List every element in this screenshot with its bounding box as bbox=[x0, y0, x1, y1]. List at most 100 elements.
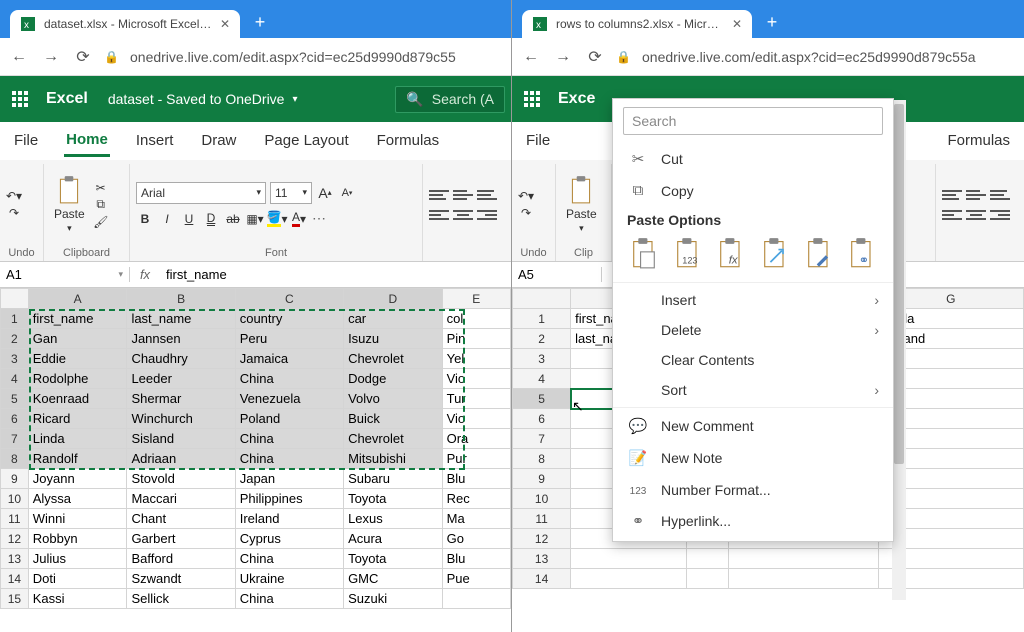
undo-icon[interactable]: ↶▾ bbox=[518, 189, 534, 203]
tab-page-layout[interactable]: Page Layout bbox=[262, 126, 350, 155]
cell[interactable]: Maccari bbox=[127, 489, 235, 509]
cell[interactable]: Toyota bbox=[344, 489, 443, 509]
align-left-icon[interactable] bbox=[942, 208, 962, 222]
address-url[interactable]: onedrive.live.com/edit.aspx?cid=ec25d999… bbox=[642, 49, 1016, 65]
cell[interactable]: Dodge bbox=[344, 369, 443, 389]
row-header[interactable]: 7 bbox=[1, 429, 29, 449]
row-header[interactable]: 13 bbox=[513, 549, 571, 569]
menu-new-comment[interactable]: 💬New Comment bbox=[613, 410, 893, 442]
cell[interactable]: Volvo bbox=[344, 389, 443, 409]
cell[interactable]: Rodolphe bbox=[28, 369, 127, 389]
cell[interactable]: Pin bbox=[442, 329, 510, 349]
align-middle-icon[interactable] bbox=[453, 188, 473, 202]
cell[interactable]: Linda bbox=[28, 429, 127, 449]
row-header[interactable]: 14 bbox=[1, 569, 29, 589]
name-box[interactable]: A5 bbox=[512, 267, 602, 282]
reload-icon[interactable]: ⟳ bbox=[584, 46, 606, 68]
row-header[interactable]: 10 bbox=[513, 489, 571, 509]
row-header[interactable]: 3 bbox=[513, 349, 571, 369]
redo-icon[interactable]: ↷ bbox=[518, 206, 534, 220]
cell[interactable]: car bbox=[344, 309, 443, 329]
align-left-icon[interactable] bbox=[429, 208, 449, 222]
copy-icon[interactable]: ⧉ bbox=[93, 198, 109, 212]
cell[interactable]: Toyota bbox=[344, 549, 443, 569]
column-header[interactable]: E bbox=[442, 289, 510, 309]
tab-insert[interactable]: Insert bbox=[134, 126, 176, 155]
cell[interactable]: Yel bbox=[442, 349, 510, 369]
paste-option-formulas[interactable]: fx bbox=[712, 234, 750, 272]
name-box[interactable]: A1▾ bbox=[0, 267, 130, 282]
cell[interactable]: China bbox=[235, 449, 343, 469]
cell[interactable]: China bbox=[235, 589, 343, 609]
format-painter-icon[interactable]: 🖌 bbox=[93, 215, 109, 229]
cell[interactable]: Chaudhry bbox=[127, 349, 235, 369]
cell[interactable]: Blu bbox=[442, 549, 510, 569]
strike-button[interactable]: ab bbox=[224, 210, 242, 228]
row-header[interactable]: 12 bbox=[513, 529, 571, 549]
cell[interactable]: Gan bbox=[28, 329, 127, 349]
row-header[interactable]: 9 bbox=[1, 469, 29, 489]
row-header[interactable]: 4 bbox=[1, 369, 29, 389]
paste-option-keep-source[interactable] bbox=[625, 234, 663, 272]
row-header[interactable]: 2 bbox=[513, 329, 571, 349]
cell[interactable]: Sellick bbox=[127, 589, 235, 609]
align-top-icon[interactable] bbox=[429, 188, 449, 202]
cell[interactable]: Blu bbox=[442, 469, 510, 489]
search-box[interactable]: 🔍 Search (A bbox=[395, 86, 505, 113]
row-header[interactable]: 7 bbox=[513, 429, 571, 449]
cell[interactable]: Rec bbox=[442, 489, 510, 509]
menu-hyperlink[interactable]: ⚭Hyperlink... bbox=[613, 505, 893, 537]
row-header[interactable]: 14 bbox=[513, 569, 571, 589]
cell[interactable]: China bbox=[235, 369, 343, 389]
browser-tab[interactable]: x dataset.xlsx - Microsoft Excel Onl ✕ bbox=[10, 10, 240, 38]
row-header[interactable]: 1 bbox=[1, 309, 29, 329]
cell[interactable]: Japan bbox=[235, 469, 343, 489]
row-header[interactable]: 3 bbox=[1, 349, 29, 369]
cell[interactable]: Winchurch bbox=[127, 409, 235, 429]
cell[interactable]: Garbert bbox=[127, 529, 235, 549]
row-header[interactable]: 5 bbox=[1, 389, 29, 409]
align-bottom-icon[interactable] bbox=[477, 188, 497, 202]
app-launcher-icon[interactable] bbox=[6, 85, 34, 113]
cell[interactable]: first_name bbox=[28, 309, 127, 329]
cell[interactable]: Chevrolet bbox=[344, 349, 443, 369]
menu-cut[interactable]: ✂Cut bbox=[613, 143, 893, 175]
cell[interactable]: Winni bbox=[28, 509, 127, 529]
font-size-select[interactable]: 11▾ bbox=[270, 182, 312, 204]
cell[interactable]: Mitsubishi bbox=[344, 449, 443, 469]
paste-option-transpose[interactable] bbox=[756, 234, 794, 272]
cell[interactable]: Joyann bbox=[28, 469, 127, 489]
tab-formulas[interactable]: Formulas bbox=[945, 126, 1012, 155]
row-header[interactable]: 6 bbox=[513, 409, 571, 429]
forward-icon[interactable]: → bbox=[552, 46, 574, 68]
align-bottom-icon[interactable] bbox=[990, 188, 1010, 202]
close-tab-icon[interactable]: ✕ bbox=[220, 17, 230, 31]
row-header[interactable]: 1 bbox=[513, 309, 571, 329]
cell[interactable] bbox=[729, 569, 879, 589]
font-color-icon[interactable]: A▾ bbox=[290, 210, 308, 228]
cell[interactable]: Doti bbox=[28, 569, 127, 589]
cell[interactable]: Peru bbox=[235, 329, 343, 349]
cell[interactable] bbox=[729, 549, 879, 569]
formula-value[interactable]: first_name bbox=[160, 267, 511, 282]
tab-formulas[interactable]: Formulas bbox=[375, 126, 442, 155]
cell[interactable]: Poland bbox=[235, 409, 343, 429]
cell[interactable]: Go bbox=[442, 529, 510, 549]
menu-clear-contents[interactable]: Clear Contents bbox=[613, 345, 893, 375]
row-header[interactable]: 8 bbox=[513, 449, 571, 469]
cell[interactable]: Vio bbox=[442, 409, 510, 429]
paste-option-formatting[interactable] bbox=[800, 234, 838, 272]
cell[interactable]: Adriaan bbox=[127, 449, 235, 469]
cell[interactable] bbox=[571, 549, 687, 569]
cell[interactable]: Eddie bbox=[28, 349, 127, 369]
cell[interactable]: Szwandt bbox=[127, 569, 235, 589]
cell[interactable]: Sisland bbox=[127, 429, 235, 449]
spreadsheet-grid[interactable]: ABCDE1first_namelast_namecountrycarcol2G… bbox=[0, 288, 511, 632]
row-header[interactable]: 4 bbox=[513, 369, 571, 389]
cell[interactable]: last_name bbox=[127, 309, 235, 329]
app-launcher-icon[interactable] bbox=[518, 85, 546, 113]
back-icon[interactable]: ← bbox=[520, 46, 542, 68]
cell[interactable]: Vio bbox=[442, 369, 510, 389]
fx-icon[interactable]: fx bbox=[130, 267, 160, 282]
font-name-select[interactable]: Arial▾ bbox=[136, 182, 266, 204]
